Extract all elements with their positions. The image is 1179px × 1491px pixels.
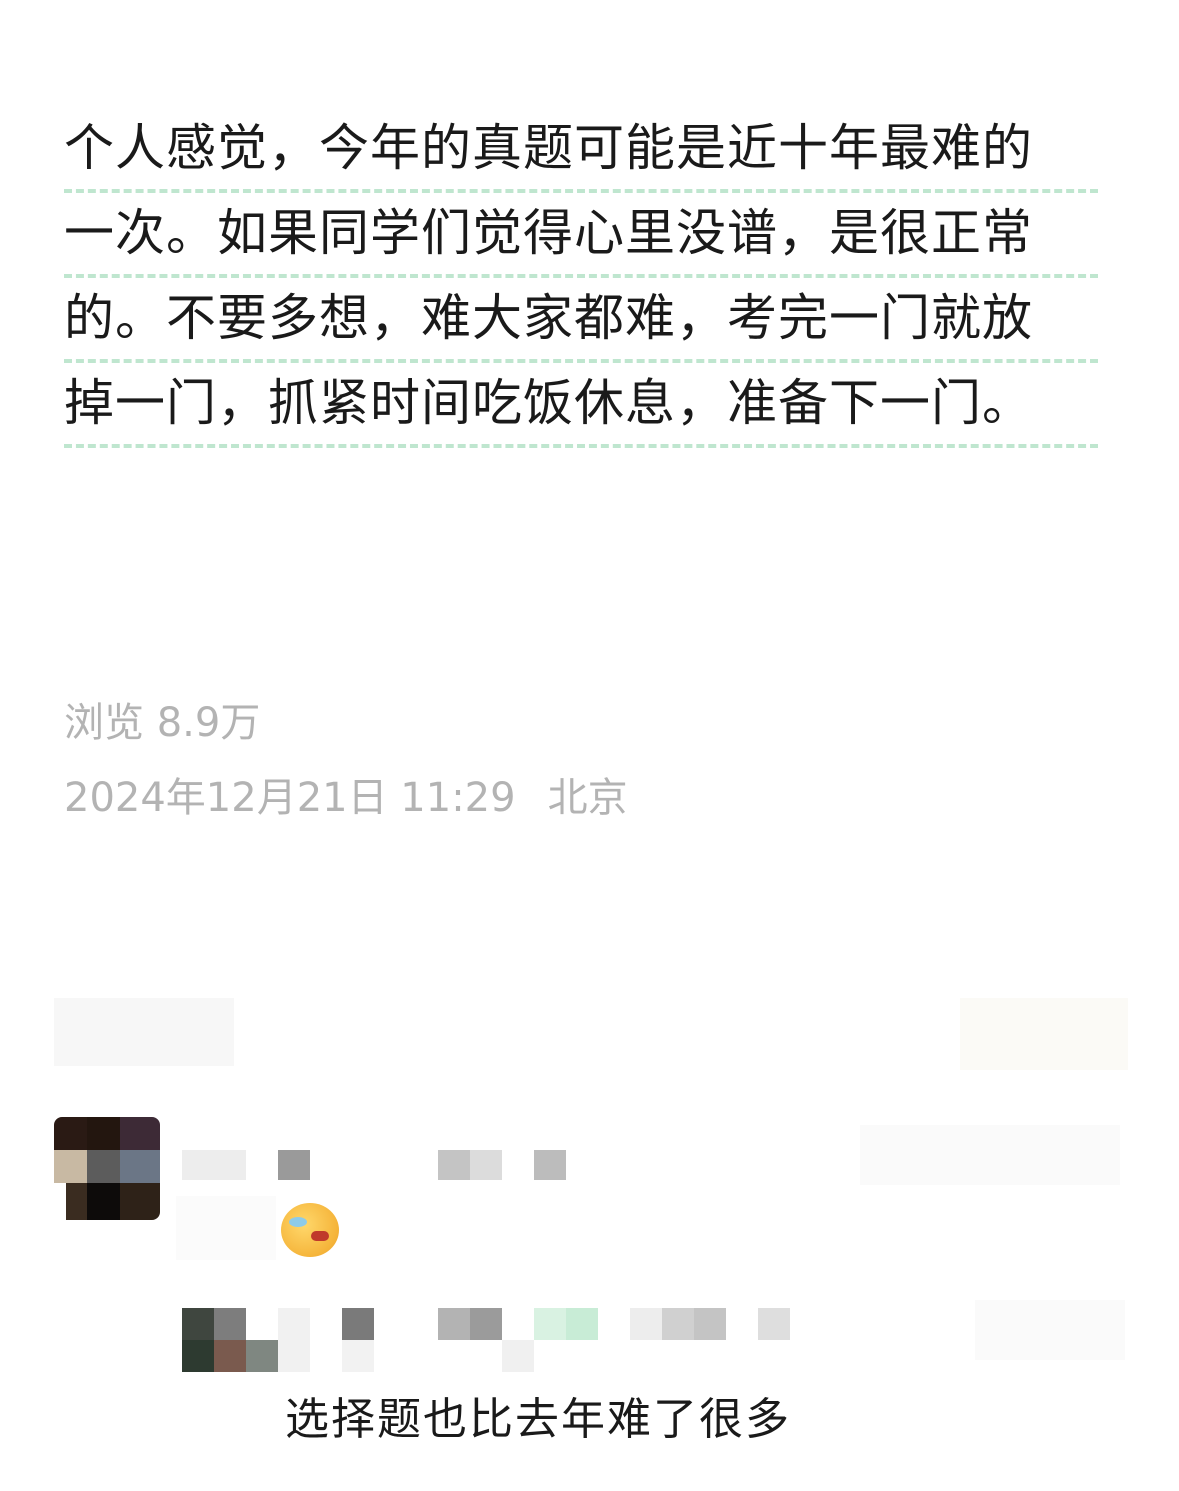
post-body: 个人感觉，今年的真题可能是近十年最难的 一次。如果同学们觉得心里没谱，是很正常 …: [64, 108, 1098, 448]
redacted-block: [860, 1125, 1120, 1185]
face-with-tears-emoji-icon: [281, 1203, 339, 1257]
redacted-block: [470, 1308, 502, 1340]
commenter-avatar[interactable]: [54, 1117, 160, 1220]
post-timestamp: 2024年12月21日 11:29 北京: [64, 765, 628, 823]
redacted-block: [758, 1308, 790, 1340]
redacted-block: [342, 1340, 374, 1372]
commenter-name-redacted: [182, 1150, 246, 1180]
redacted-block: [470, 1150, 502, 1180]
post-line: 一次。如果同学们觉得心里没谱，是很正常: [64, 193, 1098, 278]
redacted-block: [278, 1150, 310, 1180]
view-count: 浏览 8.9万: [64, 700, 261, 746]
post-line: 个人感觉，今年的真题可能是近十年最难的: [64, 108, 1098, 193]
post-line: 掉一门，抓紧时间吃饭休息，准备下一门。: [64, 363, 1098, 448]
redacted-block: [630, 1308, 662, 1340]
post-location: 北京: [547, 775, 628, 821]
redacted-block: [438, 1150, 470, 1180]
redacted-block: [342, 1308, 374, 1340]
redacted-block: [438, 1308, 470, 1340]
redacted-block: [534, 1150, 566, 1180]
blurred-action-left: [54, 998, 234, 1066]
redacted-block: [214, 1308, 246, 1340]
redacted-block: [502, 1340, 534, 1372]
post-date: 2024年12月21日 11:29: [64, 775, 516, 821]
redacted-block: [278, 1308, 310, 1372]
reply-text: 选择题也比去年难了很多: [285, 1394, 791, 1445]
redacted-block: [566, 1308, 598, 1340]
redacted-block: [534, 1308, 566, 1340]
redacted-comment-text: [176, 1196, 276, 1260]
redacted-block: [214, 1340, 246, 1372]
redacted-block: [246, 1340, 278, 1372]
post-line: 的。不要多想，难大家都难，考完一门就放: [64, 278, 1098, 363]
redacted-block: [694, 1308, 726, 1340]
redacted-block: [975, 1300, 1125, 1360]
redacted-block: [182, 1340, 214, 1372]
blurred-action-right: [960, 998, 1128, 1070]
redacted-block: [662, 1308, 694, 1340]
reply-avatar-redacted[interactable]: [182, 1308, 214, 1340]
